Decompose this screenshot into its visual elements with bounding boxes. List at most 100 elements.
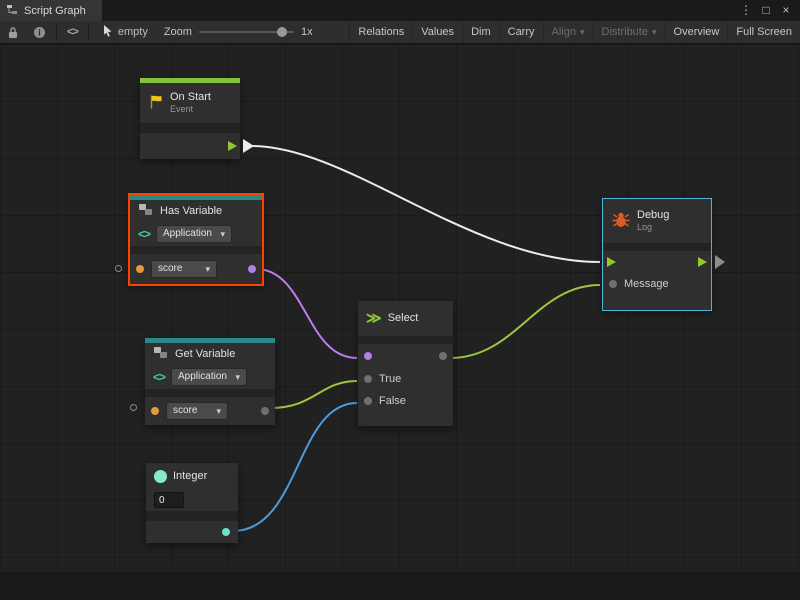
node-subheader: <> Application ▾ — [130, 222, 262, 246]
node-title: On Start — [170, 91, 211, 104]
flow-output-port[interactable] — [228, 141, 237, 151]
chevron-down-icon: ▾ — [216, 404, 221, 418]
node-title: Integer — [173, 470, 207, 483]
bug-icon — [611, 211, 631, 232]
overview-button[interactable]: Overview — [665, 21, 728, 43]
message-input-port[interactable] — [609, 280, 617, 288]
result-output-port[interactable] — [248, 265, 256, 273]
node-header: Debug Log — [603, 199, 711, 243]
chevron-down-icon: ▾ — [235, 370, 240, 384]
port-row — [358, 344, 453, 368]
message-port-label: Message — [624, 278, 669, 290]
fullscreen-button[interactable]: Full Screen — [727, 21, 800, 43]
variable-name-dropdown[interactable]: score ▾ — [151, 260, 217, 278]
chevron-down-icon: ▾ — [220, 227, 225, 241]
node-divider — [358, 336, 453, 344]
port-row: score ▾ — [130, 254, 262, 284]
variable-name-input-port[interactable] — [151, 407, 159, 415]
port-row — [140, 133, 240, 159]
false-port-label: False — [379, 395, 406, 407]
wire-getvariable-to-select-true[interactable] — [270, 381, 357, 408]
toolbar-buttons: Relations Values Dim Carry Align▾ Distri… — [349, 21, 800, 43]
edit-graph-icon[interactable]: <> — [60, 21, 85, 43]
carry-button[interactable]: Carry — [499, 21, 543, 43]
maximize-icon[interactable]: □ — [756, 0, 776, 21]
variable-name-input-port[interactable] — [136, 265, 144, 273]
chevron-down-icon: ▾ — [205, 262, 210, 276]
integer-output-port[interactable] — [222, 528, 230, 536]
zoom-value: 1x — [301, 26, 313, 38]
value-output-port[interactable] — [261, 407, 269, 415]
graph-icon — [6, 3, 18, 18]
variable-scope-dropdown[interactable]: Application ▾ — [171, 368, 247, 386]
relations-button[interactable]: Relations — [349, 21, 412, 43]
node-header: On Start Event — [140, 83, 240, 123]
close-icon[interactable]: × — [776, 0, 796, 21]
graph-toolbar: i <> empty Zoom 1x Relations Values Dim … — [0, 21, 800, 44]
port-row: False — [358, 390, 453, 412]
node-debug-log[interactable]: Debug Log Message — [603, 199, 711, 310]
variable-scope-dropdown[interactable]: Application ▾ — [156, 225, 232, 243]
node-title: Has Variable — [160, 205, 222, 218]
node-header: ≫ Select — [358, 301, 453, 336]
distribute-dropdown: Distribute▾ — [593, 21, 665, 43]
zoom-control: Zoom 1x — [158, 26, 319, 38]
zoom-label: Zoom — [164, 26, 192, 38]
node-select[interactable]: ≫ Select True False — [358, 301, 453, 426]
toolbar-divider — [88, 24, 89, 40]
node-divider — [140, 123, 240, 133]
integer-value-input[interactable] — [154, 492, 184, 508]
node-subtitle: Event — [170, 104, 211, 115]
port-row: True — [358, 368, 453, 390]
dim-button[interactable]: Dim — [462, 21, 499, 43]
selection-status-label: empty — [118, 26, 148, 38]
tab-script-graph[interactable]: Script Graph — [0, 0, 102, 21]
wire-select-to-debuglog-message[interactable] — [450, 285, 600, 358]
port-row — [146, 521, 238, 543]
svg-text:i: i — [38, 27, 41, 37]
unconnected-input-port-ring[interactable] — [130, 404, 137, 411]
value-row — [146, 489, 238, 511]
titlebar: Script Graph ⋮ □ × — [0, 0, 800, 21]
script-graph-window: Script Graph ⋮ □ × i <> empty Zoom — [0, 0, 800, 600]
variables-icon — [138, 203, 154, 220]
node-divider — [145, 389, 275, 397]
chevron-down-icon: ▾ — [580, 27, 585, 38]
node-divider — [603, 243, 711, 251]
node-divider — [130, 246, 262, 254]
node-title: Debug — [637, 209, 669, 222]
graph-canvas[interactable]: On Start Event Has Variable <> — [0, 44, 800, 600]
wire-onstart-to-debuglog[interactable] — [251, 146, 600, 262]
align-dropdown: Align▾ — [543, 21, 593, 43]
condition-input-port[interactable] — [364, 352, 372, 360]
node-divider — [146, 511, 238, 521]
node-integer[interactable]: Integer — [146, 463, 238, 543]
node-header: Integer — [146, 463, 238, 489]
true-input-port[interactable] — [364, 375, 372, 383]
selection-output-port[interactable] — [439, 352, 447, 360]
code-icon: <> — [138, 227, 150, 241]
node-on-start[interactable]: On Start Event — [140, 78, 240, 159]
port-row: score ▾ — [145, 397, 275, 425]
info-icon[interactable]: i — [26, 21, 53, 43]
zoom-slider[interactable] — [199, 31, 294, 33]
window-controls: ⋮ □ × — [736, 0, 800, 21]
flow-output-port[interactable] — [698, 257, 707, 267]
lock-icon[interactable] — [0, 21, 26, 43]
menu-icon[interactable]: ⋮ — [736, 0, 756, 21]
toolbar-divider — [56, 24, 57, 40]
zoom-slider-handle[interactable] — [277, 27, 287, 37]
values-button[interactable]: Values — [412, 21, 462, 43]
node-subtitle: Log — [637, 222, 669, 233]
variable-name-dropdown[interactable]: score ▾ — [166, 402, 228, 420]
node-title: Select — [388, 312, 419, 325]
port-row — [603, 251, 711, 273]
node-get-variable[interactable]: Get Variable <> Application ▾ score ▾ — [145, 338, 275, 425]
port-row: Message — [603, 273, 711, 295]
select-branch-icon: ≫ — [366, 311, 382, 326]
cursor-icon — [102, 24, 113, 40]
false-input-port[interactable] — [364, 397, 372, 405]
node-has-variable[interactable]: Has Variable <> Application ▾ score ▾ — [130, 195, 262, 284]
flow-input-port[interactable] — [607, 257, 616, 267]
unconnected-input-port-ring[interactable] — [115, 265, 122, 272]
